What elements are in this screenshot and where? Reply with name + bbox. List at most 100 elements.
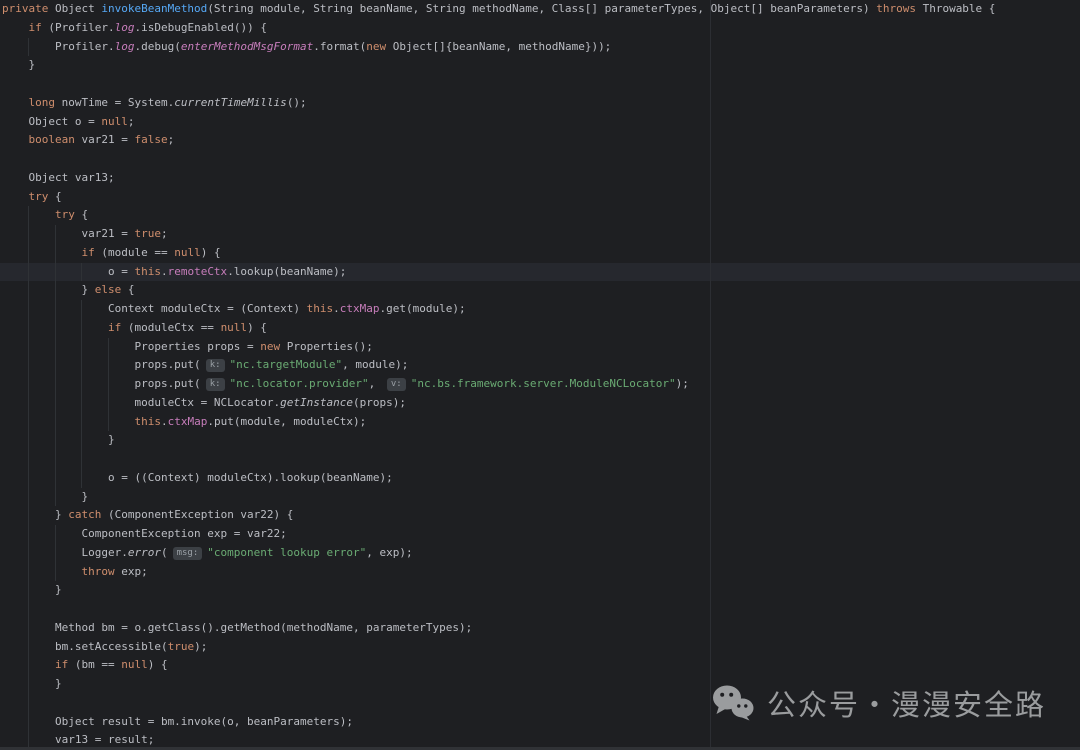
code-line[interactable]: if (bm == null) {	[0, 656, 1080, 675]
code-line-text: props.put(k:"nc.locator.provider", v:"nc…	[2, 377, 689, 390]
code-token: (	[161, 546, 168, 559]
code-line[interactable]: ComponentException exp = var22;	[0, 525, 1080, 544]
code-line[interactable]: private Object invokeBeanMethod(String m…	[0, 0, 1080, 19]
code-token: currentTimeMillis	[174, 96, 287, 109]
code-token: Properties();	[280, 340, 373, 353]
code-line-text: throw exp;	[2, 565, 148, 578]
code-line-text: long nowTime = System.currentTimeMillis(…	[2, 96, 307, 109]
code-line[interactable]: Profiler.log.debug(enterMethodMsgFormat.…	[0, 38, 1080, 57]
code-line[interactable]	[0, 600, 1080, 619]
code-token: try	[29, 190, 49, 203]
code-token: Throwable {	[916, 2, 995, 15]
code-line[interactable]: try {	[0, 188, 1080, 207]
code-line[interactable]: moduleCtx = NCLocator.getInstance(props)…	[0, 394, 1080, 413]
code-line[interactable]: Object result = bm.invoke(o, beanParamet…	[0, 713, 1080, 732]
code-token: Object var13;	[2, 171, 115, 184]
code-token: var21 =	[2, 227, 134, 240]
code-token: ComponentException exp = var22;	[2, 527, 287, 540]
code-token	[2, 190, 29, 203]
code-token: null	[174, 246, 201, 259]
code-line[interactable]: boolean var21 = false;	[0, 131, 1080, 150]
code-line[interactable]: throw exp;	[0, 563, 1080, 582]
code-token: .put(module, moduleCtx);	[207, 415, 366, 428]
code-token: "nc.locator.provider"	[230, 377, 369, 390]
code-line[interactable]: props.put(k:"nc.locator.provider", v:"nc…	[0, 375, 1080, 394]
code-token: Object o =	[2, 115, 101, 128]
code-line-text: o = this.remoteCtx.lookup(beanName);	[2, 265, 346, 278]
code-line[interactable]	[0, 694, 1080, 713]
code-line-text: }	[2, 58, 35, 71]
code-line[interactable]	[0, 150, 1080, 169]
code-token: error	[128, 546, 161, 559]
code-line[interactable]: } else {	[0, 281, 1080, 300]
code-token: false	[134, 133, 167, 146]
inlay-hint: k:	[206, 378, 225, 391]
code-line[interactable]: Properties props = new Properties();	[0, 338, 1080, 357]
code-token: log	[115, 21, 135, 34]
code-token: }	[2, 677, 62, 690]
code-token: Profiler.	[2, 40, 115, 53]
code-line[interactable]: try {	[0, 206, 1080, 225]
code-token: Logger.	[2, 546, 128, 559]
code-line[interactable]: }	[0, 488, 1080, 507]
code-line[interactable]: Logger.error(msg:"component lookup error…	[0, 544, 1080, 563]
code-line[interactable]: o = this.remoteCtx.lookup(beanName);	[0, 263, 1080, 282]
code-line[interactable]: if (Profiler.log.isDebugEnabled()) {	[0, 19, 1080, 38]
code-token: .debug(	[134, 40, 180, 53]
code-token: private	[2, 2, 48, 15]
code-line[interactable]: }	[0, 431, 1080, 450]
code-line[interactable]: if (module == null) {	[0, 244, 1080, 263]
code-line[interactable]: Context moduleCtx = (Context) this.ctxMa…	[0, 300, 1080, 319]
code-token: , module);	[342, 358, 408, 371]
code-line-text: try {	[2, 208, 88, 221]
code-token: .isDebugEnabled()) {	[134, 21, 266, 34]
code-line[interactable]: long nowTime = System.currentTimeMillis(…	[0, 94, 1080, 113]
code-token: .format(	[313, 40, 366, 53]
code-token: (bm ==	[68, 658, 121, 671]
code-line[interactable]: }	[0, 675, 1080, 694]
code-token: null	[221, 321, 248, 334]
code-line[interactable]: if (moduleCtx == null) {	[0, 319, 1080, 338]
code-line-text: o = ((Context) moduleCtx).lookup(beanNam…	[2, 471, 393, 484]
code-token: .	[161, 415, 168, 428]
code-line[interactable]: var21 = true;	[0, 225, 1080, 244]
code-token: bm.setAccessible(	[2, 640, 168, 653]
code-token	[2, 415, 134, 428]
code-token: o =	[2, 265, 134, 278]
code-token: this	[307, 302, 334, 315]
code-line[interactable]: bm.setAccessible(true);	[0, 638, 1080, 657]
code-editor[interactable]: private Object invokeBeanMethod(String m…	[0, 0, 1080, 750]
code-line[interactable]: }	[0, 581, 1080, 600]
code-line[interactable]: this.ctxMap.put(module, moduleCtx);	[0, 413, 1080, 432]
code-line[interactable]: o = ((Context) moduleCtx).lookup(beanNam…	[0, 469, 1080, 488]
code-line[interactable]	[0, 450, 1080, 469]
code-token: if	[55, 658, 68, 671]
inlay-hint: k:	[206, 359, 225, 372]
code-token: moduleCtx = NCLocator.	[2, 396, 280, 409]
code-line-text: bm.setAccessible(true);	[2, 640, 207, 653]
code-token	[2, 565, 81, 578]
code-token: (Profiler.	[42, 21, 115, 34]
code-token: if	[29, 21, 42, 34]
code-line[interactable]: } catch (ComponentException var22) {	[0, 506, 1080, 525]
code-line[interactable]	[0, 75, 1080, 94]
code-token: catch	[68, 508, 101, 521]
code-line-text: Properties props = new Properties();	[2, 340, 373, 353]
code-token: ;	[161, 227, 168, 240]
code-line[interactable]: }	[0, 56, 1080, 75]
code-line-text: Context moduleCtx = (Context) this.ctxMa…	[2, 302, 466, 315]
indent-guide	[28, 450, 29, 469]
code-token: Properties props =	[2, 340, 260, 353]
code-token: o = ((Context) moduleCtx).lookup(beanNam…	[2, 471, 393, 484]
code-line[interactable]: props.put(k:"nc.targetModule", module);	[0, 356, 1080, 375]
code-token: (ComponentException var22) {	[101, 508, 293, 521]
code-line-text: moduleCtx = NCLocator.getInstance(props)…	[2, 396, 406, 409]
code-token	[2, 208, 55, 221]
code-token: }	[2, 508, 68, 521]
code-line[interactable]: Method bm = o.getClass().getMethod(metho…	[0, 619, 1080, 638]
code-line[interactable]: Object var13;	[0, 169, 1080, 188]
code-token	[2, 96, 29, 109]
code-token: long	[29, 96, 56, 109]
code-token: boolean	[29, 133, 75, 146]
code-line[interactable]: Object o = null;	[0, 113, 1080, 132]
